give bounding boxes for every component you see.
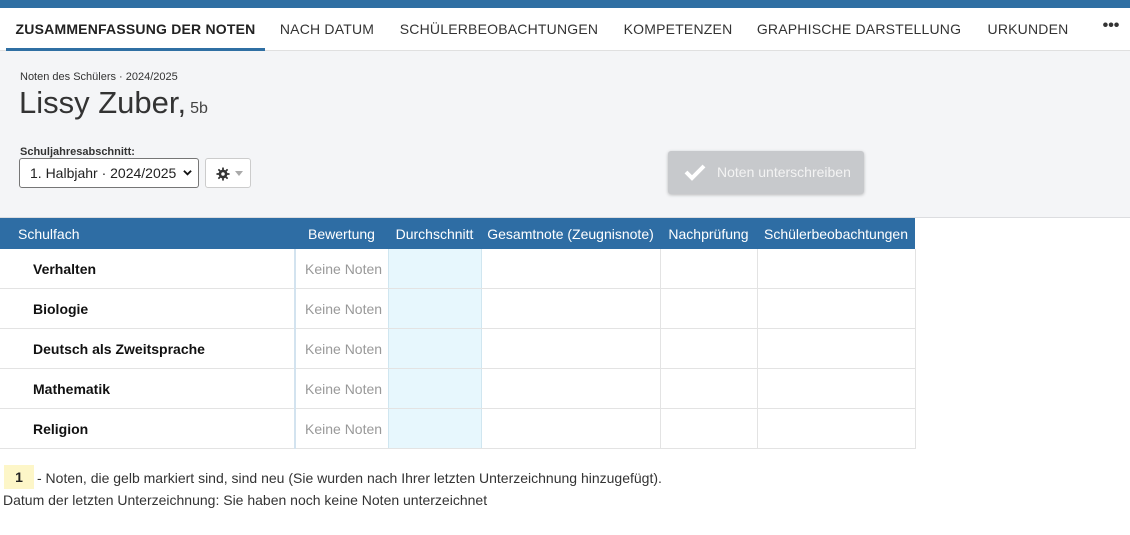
subject-name: Deutsch als Zweitsprache [0, 328, 295, 369]
more-horizontal-icon[interactable]: ••• [1100, 8, 1122, 50]
observations-cell [756, 249, 916, 289]
last-signature-info: Datum der letzten Unterzeichnung: Sie ha… [3, 492, 488, 508]
table-row: Religion Keine Noten [0, 408, 916, 449]
student-class: 5b [190, 100, 208, 117]
top-accent-bar [0, 0, 1130, 8]
student-header: Noten des Schülers · 2024/2025 Lissy Zub… [0, 51, 1130, 218]
grade-cell: Keine Noten [294, 328, 388, 369]
observations-cell [756, 368, 916, 409]
final-grade-cell [480, 249, 660, 289]
final-grade-cell [480, 288, 660, 329]
subject-name: Religion [0, 408, 295, 449]
gear-icon [216, 167, 230, 181]
tab-zusammenfassung[interactable]: Zusammenfassung der Noten [6, 8, 265, 50]
average-cell [387, 249, 482, 289]
observations-cell [756, 328, 916, 369]
subject-name: Biologie [0, 288, 295, 329]
table-row: Verhalten Keine Noten [0, 249, 916, 289]
average-cell [387, 368, 482, 409]
chevron-down-icon [183, 170, 192, 176]
new-grade-legend-badge: 1 [4, 465, 34, 489]
tab-schuelerbeobachtungen[interactable]: Schülerbeobachtungen [392, 8, 606, 50]
average-cell [387, 408, 482, 449]
column-header-rating: Bewertung [295, 218, 388, 249]
final-grade-cell [480, 408, 660, 449]
settings-dropdown-button[interactable] [205, 158, 251, 188]
subject-name: Verhalten [0, 249, 295, 289]
sign-grades-label: Noten unterschreiben [717, 164, 851, 180]
re-exam-cell [659, 328, 757, 369]
re-exam-cell [659, 368, 757, 409]
grade-cell: Keine Noten [294, 408, 388, 449]
average-cell [387, 288, 482, 329]
tab-bar: Zusammenfassung der Noten Nach Datum Sch… [0, 8, 1130, 51]
student-name: Lissy Zuber, [19, 85, 187, 120]
column-header-average: Durchschnitt [388, 218, 481, 249]
table-header-row: Schulfach Bewertung Durchschnitt Gesamtn… [0, 218, 915, 249]
grade-cell: Keine Noten [294, 368, 388, 409]
observations-cell [756, 408, 916, 449]
table-row: Mathematik Keine Noten [0, 368, 916, 409]
column-header-final-grade: Gesamtnote (Zeugnisnote) [481, 218, 660, 249]
caret-down-icon [235, 171, 243, 176]
page-title: Lissy Zuber, 5b [19, 85, 208, 121]
check-icon [684, 164, 706, 181]
tab-graphische-darstellung[interactable]: Graphische Darstellung [750, 8, 968, 50]
period-select[interactable]: 1. Halbjahr · 2024/2025 [19, 158, 199, 188]
grade-cell: Keine Noten [294, 249, 388, 289]
tab-urkunden[interactable]: Urkunden [976, 8, 1080, 50]
period-select-value: 1. Halbjahr · 2024/2025 [30, 165, 177, 181]
grade-cell: Keine Noten [294, 288, 388, 329]
re-exam-cell [659, 408, 757, 449]
subject-name: Mathematik [0, 368, 295, 409]
page-subtitle: Noten des Schülers · 2024/2025 [20, 71, 178, 83]
column-header-observations: Schülerbeobachtungen [757, 218, 915, 249]
sign-grades-button[interactable]: Noten unterschreiben [668, 151, 864, 194]
tab-nach-datum[interactable]: Nach Datum [270, 8, 384, 50]
re-exam-cell [659, 288, 757, 329]
column-header-re-exam: Nachprüfung [660, 218, 757, 249]
average-cell [387, 328, 482, 369]
table-row: Biologie Keine Noten [0, 288, 916, 329]
period-label: Schuljahresabschnitt: [20, 146, 135, 158]
table-row: Deutsch als Zweitsprache Keine Noten [0, 328, 916, 369]
tab-kompetenzen[interactable]: Kompetenzen [614, 8, 742, 50]
final-grade-cell [480, 328, 660, 369]
new-grade-legend-text: - Noten, die gelb markiert sind, sind ne… [37, 470, 662, 486]
grades-table: Schulfach Bewertung Durchschnitt Gesamtn… [0, 218, 916, 449]
column-header-subject: Schulfach [0, 218, 295, 249]
re-exam-cell [659, 249, 757, 289]
final-grade-cell [480, 368, 660, 409]
observations-cell [756, 288, 916, 329]
